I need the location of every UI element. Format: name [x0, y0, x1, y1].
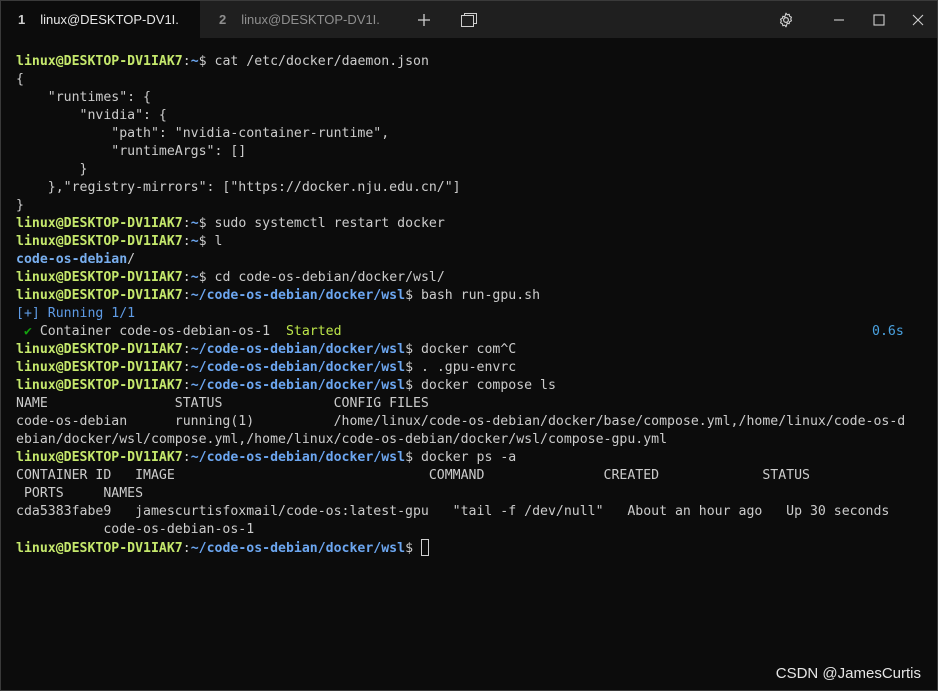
output-line: code-os-debian running(1) /home/linux/co… [16, 414, 906, 429]
prompt-path: ~ [190, 270, 199, 285]
command-text: l [206, 234, 223, 249]
prompt-path: ~/code-os-debian/docker/wsl [190, 541, 406, 556]
output-line: CONTAINER ID IMAGE COMMAND CREATED STATU… [16, 468, 810, 483]
terminal-output[interactable]: linux@DESKTOP-DV1IAK7:~$ cat /etc/docker… [16, 53, 926, 557]
elapsed-time: 0.6s [872, 324, 904, 339]
output-line: "runtimeArgs": [] [16, 144, 247, 159]
prompt-path: ~/code-os-debian/docker/wsl [190, 450, 406, 465]
terminal-line: linux@DESKTOP-DV1IAK7:~/code-os-debian/d… [16, 450, 517, 465]
terminal-line: linux@DESKTOP-DV1IAK7:~$ l [16, 234, 223, 249]
terminal-line: linux@DESKTOP-DV1IAK7:~/code-os-debian/d… [16, 288, 541, 303]
prompt-user: linux@DESKTOP-DV1IAK7 [16, 342, 183, 357]
text-cursor[interactable] [420, 539, 429, 556]
prompt-path: ~/code-os-debian/docker/wsl [190, 288, 406, 303]
tab-number: 1 [18, 12, 26, 27]
plus-icon [418, 13, 430, 26]
command-text: sudo systemctl restart docker [206, 216, 445, 231]
command-text: docker ps -a [413, 450, 517, 465]
tab-number: 2 [219, 12, 227, 27]
terminal-line: linux@DESKTOP-DV1IAK7:~$ cat /etc/docker… [16, 54, 429, 69]
minimize-icon [834, 18, 844, 21]
command-text: cd code-os-debian/docker/wsl/ [206, 270, 445, 285]
prompt-symbol: $ [405, 378, 414, 393]
output-line: "runtimes": { [16, 90, 151, 105]
output-line: },"registry-mirrors": ["https://docker.n… [16, 180, 461, 195]
prompt-symbol: $ [198, 234, 207, 249]
output-line: [+] Running 1/1 [16, 306, 136, 321]
prompt-symbol: $ [405, 288, 414, 303]
terminal-window: 1 linux@DESKTOP-DV1I... 2 linux@DESKTOP-… [0, 0, 938, 691]
prompt-path: ~/code-os-debian/docker/wsl [190, 360, 406, 375]
output-line: ebian/docker/wsl/compose.yml,/home/linux… [16, 432, 668, 447]
prompt-user: linux@DESKTOP-DV1IAK7 [16, 234, 183, 249]
prompt-user: linux@DESKTOP-DV1IAK7 [16, 216, 183, 231]
terminal-line: linux@DESKTOP-DV1IAK7:~/code-os-debian/d… [16, 539, 926, 557]
tab-1[interactable]: 1 linux@DESKTOP-DV1I... [1, 1, 200, 38]
prompt-symbol: $ [405, 541, 414, 556]
terminal-line: linux@DESKTOP-DV1IAK7:~$ sudo systemctl … [16, 216, 445, 231]
prompt-path: ~ [190, 234, 199, 249]
prompt-path: ~ [190, 216, 199, 231]
output-line: } [16, 198, 24, 213]
tabs-overview-icon [461, 12, 477, 27]
tab-title: linux@DESKTOP-DV1I... [241, 12, 382, 27]
prompt-path: ~/code-os-debian/docker/wsl [190, 342, 406, 357]
maximize-button[interactable] [859, 1, 899, 38]
terminal-line: linux@DESKTOP-DV1IAK7:~/code-os-debian/d… [16, 378, 556, 393]
check-icon: ✔ [16, 324, 32, 339]
output-line: code-os-debian-os-1 [16, 522, 255, 537]
gear-icon [779, 12, 793, 27]
maximize-icon [873, 13, 885, 26]
output-line: PORTS NAMES [16, 486, 144, 501]
output-line: code-os-debian/ [16, 251, 926, 269]
directory-name: code-os-debian [16, 252, 128, 267]
terminal-line: linux@DESKTOP-DV1IAK7:~$ cd code-os-debi… [16, 270, 445, 285]
output-line: "path": "nvidia-container-runtime", [16, 126, 390, 141]
prompt-user: linux@DESKTOP-DV1IAK7 [16, 360, 183, 375]
settings-button[interactable] [766, 1, 806, 38]
directory-slash: / [127, 252, 136, 267]
prompt-symbol: $ [198, 270, 207, 285]
prompt-symbol: $ [405, 342, 414, 357]
dropdown-button[interactable] [449, 1, 489, 38]
prompt-user: linux@DESKTOP-DV1IAK7 [16, 54, 183, 69]
output-line: { [16, 72, 24, 87]
title-bar: 1 linux@DESKTOP-DV1I... 2 linux@DESKTOP-… [1, 1, 937, 38]
terminal-line: linux@DESKTOP-DV1IAK7:~/code-os-debian/d… [16, 360, 517, 375]
prompt-path: ~ [190, 54, 199, 69]
output-line: } [16, 162, 88, 177]
watermark: CSDN @JamesCurtis [775, 665, 921, 682]
prompt-user: linux@DESKTOP-DV1IAK7 [16, 541, 183, 556]
prompt-user: linux@DESKTOP-DV1IAK7 [16, 270, 183, 285]
prompt-symbol: $ [405, 360, 414, 375]
prompt-user: linux@DESKTOP-DV1IAK7 [16, 378, 183, 393]
container-message: Container code-os-debian-os-1 [31, 324, 286, 339]
new-tab-button[interactable] [404, 1, 444, 38]
output-line: "nvidia": { [16, 108, 167, 123]
prompt-symbol: $ [198, 216, 207, 231]
prompt-user: linux@DESKTOP-DV1IAK7 [16, 288, 183, 303]
output-line: ✔ Container code-os-debian-os-1 Started 0… [16, 323, 926, 341]
command-text: . .gpu-envrc [413, 360, 517, 375]
prompt-symbol: $ [198, 54, 207, 69]
tab-title: linux@DESKTOP-DV1I... [40, 12, 181, 27]
started-status: Started [285, 324, 342, 339]
tab-2[interactable]: 2 linux@DESKTOP-DV1I... [200, 1, 400, 38]
close-icon [912, 14, 924, 25]
close-button[interactable] [898, 1, 937, 38]
output-line: NAME STATUS CONFIG FILES [16, 396, 429, 411]
output-line: cda5383fabe9 jamescurtisfoxmail/code-os:… [16, 504, 890, 519]
command-text: bash run-gpu.sh [413, 288, 541, 303]
minimize-button[interactable] [819, 1, 859, 38]
terminal-line: linux@DESKTOP-DV1IAK7:~/code-os-debian/d… [16, 342, 517, 357]
command-text: docker compose ls [413, 378, 556, 393]
command-text: cat /etc/docker/daemon.json [206, 54, 429, 69]
prompt-path: ~/code-os-debian/docker/wsl [190, 378, 406, 393]
prompt-symbol: $ [405, 450, 414, 465]
command-text: docker com^C [413, 342, 517, 357]
prompt-user: linux@DESKTOP-DV1IAK7 [16, 450, 183, 465]
